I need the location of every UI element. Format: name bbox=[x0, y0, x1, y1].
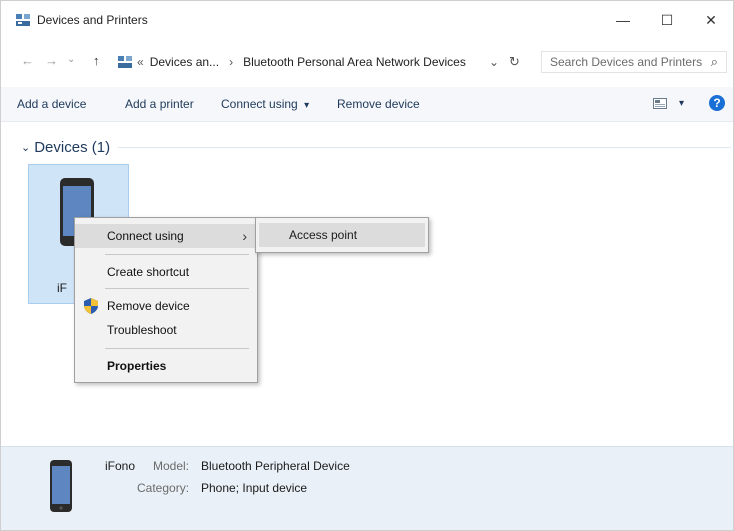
menu-item-troubleshoot[interactable]: Troubleshoot bbox=[75, 318, 257, 342]
add-device-button[interactable]: Add a device bbox=[17, 97, 86, 111]
address-dropdown-icon[interactable]: ⌄ bbox=[489, 55, 499, 69]
connect-using-button[interactable]: Connect using ▾ bbox=[221, 97, 309, 111]
chevron-down-icon: ▾ bbox=[304, 100, 310, 111]
breadcrumb-devices[interactable]: Devices an... bbox=[150, 55, 219, 69]
group-divider bbox=[118, 147, 731, 148]
breadcrumb-overflow[interactable]: « bbox=[137, 55, 144, 69]
menu-item-connect-using[interactable]: Connect using › bbox=[75, 224, 257, 248]
model-value: Bluetooth Peripheral Device bbox=[201, 459, 350, 473]
change-view-button[interactable] bbox=[653, 98, 667, 112]
category-value: Phone; Input device bbox=[201, 481, 308, 495]
uac-shield-icon bbox=[84, 298, 98, 314]
forward-icon[interactable]: → bbox=[45, 53, 58, 68]
device-name: iFono bbox=[105, 459, 136, 473]
devices-and-printers-window: Devices and Printers — ☐ ✕ ← → ⌄ ↑ « Dev… bbox=[0, 0, 734, 531]
collapse-chevron-icon[interactable]: ⌄ bbox=[21, 141, 30, 154]
connect-using-label: Connect using bbox=[221, 97, 298, 111]
menu-item-label: Connect using bbox=[107, 229, 184, 243]
menu-item-label: Properties bbox=[107, 359, 167, 373]
device-label: iF bbox=[57, 281, 67, 295]
window-controls: — ☐ ✕ bbox=[601, 1, 733, 39]
context-menu: Connect using › Create shortcut Remove d… bbox=[74, 217, 258, 383]
address-row: ← → ⌄ ↑ « Devices an... › Bluetooth Pers… bbox=[1, 47, 733, 77]
menu-item-label: Access point bbox=[289, 228, 358, 242]
category-label: Category: bbox=[137, 481, 190, 495]
menu-item-label: Remove device bbox=[107, 299, 190, 313]
remove-device-button[interactable]: Remove device bbox=[337, 97, 420, 111]
chevron-right-icon: › bbox=[242, 228, 247, 244]
close-button[interactable]: ✕ bbox=[689, 1, 733, 39]
minimize-button[interactable]: — bbox=[601, 1, 645, 39]
location-icon bbox=[118, 56, 132, 68]
breadcrumb-separator: › bbox=[229, 55, 234, 69]
search-box[interactable]: Search Devices and Printers ⌕ bbox=[541, 51, 727, 73]
menu-item-access-point[interactable]: Access point bbox=[259, 223, 425, 247]
breadcrumb-bluetooth-pan[interactable]: Bluetooth Personal Area Network Devices bbox=[243, 55, 466, 69]
window-title: Devices and Printers bbox=[37, 13, 148, 27]
command-bar: Add a device Add a printer Connect using… bbox=[1, 87, 733, 122]
view-icon bbox=[653, 98, 667, 109]
view-options-chevron-icon[interactable]: ▾ bbox=[679, 98, 684, 109]
up-icon[interactable]: ↑ bbox=[93, 53, 100, 68]
menu-item-properties[interactable]: Properties bbox=[75, 354, 257, 378]
menu-item-remove-device[interactable]: Remove device bbox=[75, 294, 257, 318]
menu-item-label: Create shortcut bbox=[107, 265, 190, 279]
connect-using-submenu: Access point bbox=[255, 217, 429, 253]
devices-group-header[interactable]: ⌄ Devices (1) bbox=[21, 139, 731, 156]
group-label: Devices (1) bbox=[34, 139, 111, 156]
menu-separator bbox=[105, 288, 249, 289]
search-icon[interactable]: ⌕ bbox=[711, 54, 718, 70]
maximize-button[interactable]: ☐ bbox=[645, 1, 689, 39]
recent-locations-icon[interactable]: ⌄ bbox=[67, 54, 75, 65]
search-placeholder: Search Devices and Printers bbox=[550, 55, 703, 69]
devices-printers-icon bbox=[16, 14, 30, 26]
help-icon[interactable]: ? bbox=[709, 95, 725, 111]
phone-icon bbox=[50, 460, 72, 512]
add-printer-button[interactable]: Add a printer bbox=[125, 97, 194, 111]
menu-separator bbox=[105, 348, 249, 349]
details-pane: iFono Model: Bluetooth Peripheral Device… bbox=[1, 446, 733, 530]
title-bar: Devices and Printers — ☐ ✕ bbox=[1, 1, 733, 39]
address-bar[interactable]: « Devices an... › Bluetooth Personal Are… bbox=[117, 51, 529, 73]
refresh-icon[interactable]: ↻ bbox=[509, 54, 520, 70]
menu-item-create-shortcut[interactable]: Create shortcut bbox=[75, 260, 257, 284]
model-label: Model: bbox=[153, 459, 190, 473]
menu-item-label: Troubleshoot bbox=[107, 323, 177, 337]
back-icon[interactable]: ← bbox=[21, 53, 34, 68]
menu-separator bbox=[105, 254, 249, 255]
